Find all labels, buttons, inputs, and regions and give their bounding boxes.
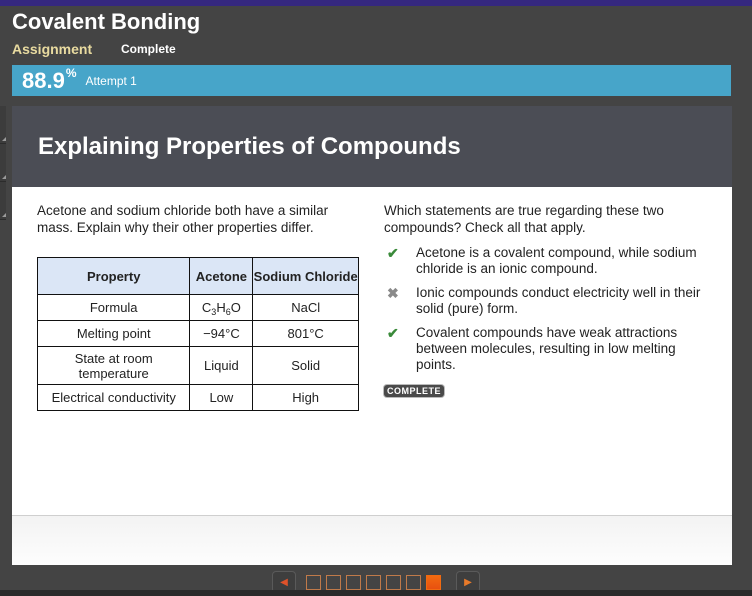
table-row: State at room temperature Liquid Solid <box>36 346 359 385</box>
side-tab[interactable] <box>0 144 6 182</box>
attempt-label: Attempt 1 <box>85 73 137 88</box>
side-tab[interactable] <box>0 182 6 220</box>
complete-badge: COMPLETE <box>384 385 445 397</box>
panel-footer <box>12 515 732 565</box>
chevron-left-icon: ◀ <box>280 576 288 588</box>
checkmark-icon: ✔ <box>387 325 399 341</box>
page-indicator[interactable] <box>346 574 361 590</box>
bottom-strip <box>0 590 752 596</box>
answer-option[interactable]: ✔ Covalent compounds have weak attractio… <box>384 325 704 373</box>
cell-acetone: Liquid <box>189 346 254 385</box>
chevron-right-icon: ▶ <box>464 576 472 588</box>
lesson-title: Covalent Bonding <box>12 9 201 34</box>
assignment-status: Complete <box>121 42 176 56</box>
header-property: Property <box>36 257 191 295</box>
cell-acetone-formula: C3H6O <box>189 294 254 321</box>
page-indicators <box>306 574 446 590</box>
page-indicator[interactable] <box>366 574 381 590</box>
table-header-row: Property Acetone Sodium Chloride <box>36 257 359 295</box>
option-text: Covalent compounds have weak attractions… <box>416 325 678 372</box>
assignment-label: Assignment <box>12 41 93 57</box>
table-row: Formula C3H6O NaCl <box>36 294 359 321</box>
panel-header: Explaining Properties of Compounds <box>12 106 732 187</box>
cell-nacl: NaCl <box>252 294 359 321</box>
cell-nacl: Solid <box>252 346 359 385</box>
page-indicator[interactable] <box>406 574 421 590</box>
cell-property: State at room temperature <box>36 346 191 385</box>
page-indicator[interactable] <box>326 574 341 590</box>
panel-title: Explaining Properties of Compounds <box>38 132 461 160</box>
side-tabs <box>0 106 6 220</box>
page-indicator[interactable] <box>306 574 321 590</box>
answer-option[interactable]: ✔ Acetone is a covalent compound, while … <box>384 245 704 277</box>
checkmark-icon: ✔ <box>387 245 399 261</box>
side-tab[interactable] <box>0 106 6 144</box>
cell-nacl: 801°C <box>252 320 359 347</box>
score-value: 88.9 <box>22 67 65 93</box>
header-acetone: Acetone <box>189 257 254 295</box>
page-indicator-current[interactable] <box>426 574 441 590</box>
activity-panel: Explaining Properties of Compounds Aceto… <box>12 106 732 565</box>
table-row: Melting point −94°C 801°C <box>36 320 359 347</box>
prompt-text: Acetone and sodium chloride both have a … <box>37 203 329 235</box>
answer-option[interactable]: ✖ Ionic compounds conduct electricity we… <box>384 285 704 317</box>
answer-options: ✔ Acetone is a covalent compound, while … <box>384 245 704 373</box>
right-column: Which statements are true regarding thes… <box>384 202 704 399</box>
page-indicator[interactable] <box>386 574 401 590</box>
option-text: Acetone is a covalent compound, while so… <box>416 245 697 276</box>
header-sodium-chloride: Sodium Chloride <box>252 257 359 295</box>
score-bar: 88.9 % Attempt 1 <box>12 65 731 96</box>
cell-nacl: High <box>252 384 359 411</box>
cell-property: Melting point <box>36 320 191 347</box>
cell-property: Electrical conductivity <box>36 384 191 411</box>
cell-acetone: −94°C <box>189 320 254 347</box>
top-strip <box>0 0 752 6</box>
properties-table: Property Acetone Sodium Chloride Formula… <box>36 257 359 411</box>
cell-acetone: Low <box>189 384 254 411</box>
cell-property: Formula <box>36 294 191 321</box>
score-percent-sign: % <box>65 65 77 80</box>
table-row: Electrical conductivity Low High <box>36 384 359 411</box>
left-column: Acetone and sodium chloride both have a … <box>36 202 367 411</box>
x-mark-icon: ✖ <box>387 285 399 301</box>
question-text: Which statements are true regarding thes… <box>384 203 664 235</box>
option-text: Ionic compounds conduct electricity well… <box>416 285 701 316</box>
